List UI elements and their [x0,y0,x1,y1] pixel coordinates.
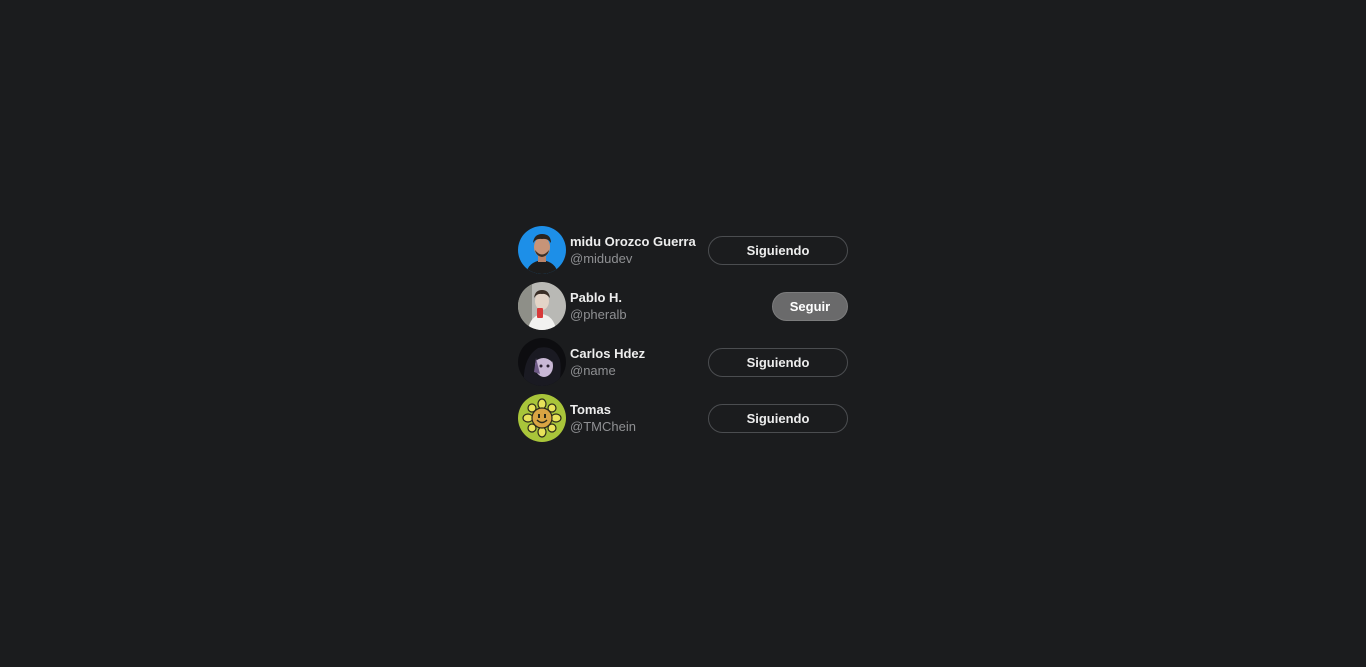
user-info[interactable]: Carlos Hdez @name [518,338,645,386]
user-handle: @pheralb [570,307,627,322]
user-info[interactable]: Tomas @TMChein [518,394,636,442]
user-text: midu Orozco Guerra @midudev [570,233,696,267]
user-info[interactable]: Pablo H. @pheralb [518,282,627,330]
user-card: Tomas @TMChein Siguiendo [518,394,848,442]
user-name: Tomas [570,402,611,417]
following-button[interactable]: Siguiendo [708,403,848,433]
user-name: Carlos Hdez [570,346,646,361]
user-text: Tomas @TMChein [570,401,636,435]
user-text: Pablo H. @pheralb [570,289,627,323]
user-name: midu Orozco Guerra [570,234,696,249]
user-card: Carlos Hdez @name Siguiendo [518,338,848,386]
smiling-flower-icon [518,394,566,442]
avatar[interactable] [518,394,566,442]
user-card: midu Orozco Guerra @midudev Siguiendo [518,226,848,274]
user-handle: @midudev [570,251,633,266]
follow-button[interactable]: Seguir [772,291,848,321]
anime-character-portrait-icon [518,338,566,386]
user-handle: @TMChein [570,419,636,434]
avatar[interactable] [518,282,566,330]
user-info[interactable]: midu Orozco Guerra @midudev [518,226,696,274]
portrait-man-blue-background-icon [518,226,566,274]
following-button[interactable]: Siguiendo [708,235,848,265]
following-button[interactable]: Siguiendo [708,347,848,377]
user-name: Pablo H. [570,290,623,305]
follow-list: midu Orozco Guerra @midudev Siguiendo Pa… [518,226,848,450]
avatar[interactable] [518,226,566,274]
portrait-man-red-phone-icon [518,282,566,330]
user-handle: @name [570,363,616,378]
user-text: Carlos Hdez @name [570,345,645,379]
user-card: Pablo H. @pheralb Seguir [518,282,848,330]
avatar[interactable] [518,338,566,386]
